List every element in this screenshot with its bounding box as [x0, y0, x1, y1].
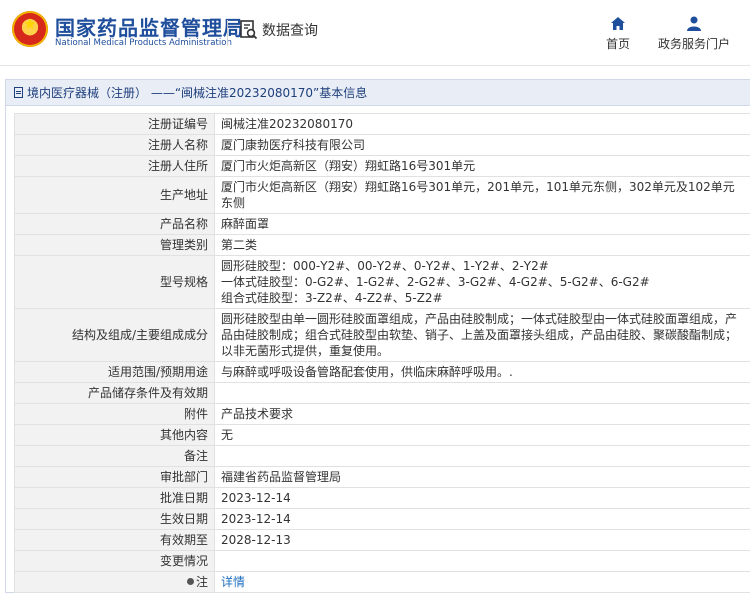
brand-subtitle: National Medical Products Administration — [55, 38, 232, 48]
panel-title-bar: 境内医疗器械（注册） ——“闽械注准20232080170”基本信息 — [6, 80, 750, 106]
row-value: 与麻醉或呼吸设备管路配套使用，供临床麻醉呼吸用。. — [214, 361, 750, 383]
table-row: 生效日期 2023-12-14 — [14, 508, 750, 530]
table-row: 审批部门 福建省药品监督管理局 — [14, 466, 750, 488]
model-spec-line: 圆形硅胶型：000-Y2#、00-Y2#、0-Y2#、1-Y2#、2-Y2# — [221, 259, 549, 273]
row-value — [214, 550, 750, 572]
row-value: 厦门康勃医疗科技有限公司 — [214, 134, 750, 156]
row-value — [214, 445, 750, 467]
table-row: 结构及组成/主要组成成分 圆形硅胶型由单一圆形硅胶面罩组成，产品由硅胶制成；一体… — [14, 308, 750, 362]
row-value: 厦门市火炬高新区（翔安）翔虹路16号301单元 — [214, 155, 750, 177]
model-spec-line: 组合式硅胶型：3-Z2#、4-Z2#、5-Z2# — [221, 291, 443, 305]
row-label: 其他内容 — [14, 424, 215, 446]
nav-gov-portal[interactable]: 政务服务门户 — [652, 16, 736, 52]
brand-title: 国家药品监督管理局 — [55, 16, 244, 40]
header-divider — [227, 20, 228, 46]
row-value: 闽械注准20232080170 — [214, 113, 750, 135]
nav-gov-label: 政务服务门户 — [657, 37, 730, 51]
table-row: 管理类别 第二类 — [14, 234, 750, 256]
table-row: 注册证编号 闽械注准20232080170 — [14, 113, 750, 135]
table-row: 附件 产品技术要求 — [14, 403, 750, 425]
row-label: 批准日期 — [14, 487, 215, 509]
table-row: 型号规格 圆形硅胶型：000-Y2#、00-Y2#、0-Y2#、1-Y2#、2-… — [14, 255, 750, 309]
emblem-logo: ★ — [12, 11, 48, 47]
row-value: 2023-12-14 — [214, 508, 750, 530]
table-row: 批准日期 2023-12-14 — [14, 487, 750, 509]
note-label: 注 — [195, 575, 208, 589]
row-label: 生产地址 — [14, 176, 215, 214]
row-label: 注册证编号 — [14, 113, 215, 135]
row-value: 无 — [214, 424, 750, 446]
row-label: 型号规格 — [14, 255, 215, 309]
row-label: 注册人名称 — [14, 134, 215, 156]
row-label: 有效期至 — [14, 529, 215, 551]
nav-home-label: 首页 — [605, 37, 630, 51]
table-row: 产品名称 麻醉面罩 — [14, 213, 750, 235]
detail-panel: 境内医疗器械（注册） ——“闽械注准20232080170”基本信息 注册证编号… — [5, 79, 750, 593]
table-row: 有效期至 2028-12-13 — [14, 529, 750, 551]
row-value: 2023-12-14 — [214, 487, 750, 509]
table-row: 产品储存条件及有效期 — [14, 382, 750, 404]
table-row: 备注 — [14, 445, 750, 467]
row-value: 厦门市火炬高新区（翔安）翔虹路16号301单元，201单元，101单元东侧，30… — [214, 176, 750, 214]
site-header: ★ 国家药品监督管理局 National Medical Products Ad… — [0, 0, 750, 66]
table-row: 注 详情 — [14, 571, 750, 593]
row-label: 注册人住所 — [14, 155, 215, 177]
row-label: 管理类别 — [14, 234, 215, 256]
row-value: 详情 — [214, 571, 750, 593]
row-value — [214, 382, 750, 404]
home-icon — [611, 17, 625, 30]
row-value: 圆形硅胶型由单一圆形硅胶面罩组成，产品由硅胶制成；一体式硅胶型由一体式硅胶面罩组… — [214, 308, 750, 362]
nav-home[interactable]: 首页 — [598, 16, 638, 52]
row-value: 圆形硅胶型：000-Y2#、00-Y2#、0-Y2#、1-Y2#、2-Y2# 一… — [214, 255, 750, 309]
row-value: 产品技术要求 — [214, 403, 750, 425]
row-label: 产品名称 — [14, 213, 215, 235]
row-label: 备注 — [14, 445, 215, 467]
table-row: 注册人名称 厦门康勃医疗科技有限公司 — [14, 134, 750, 156]
table-row: 适用范围/预期用途 与麻醉或呼吸设备管路配套使用，供临床麻醉呼吸用。. — [14, 361, 750, 383]
model-spec-line: 一体式硅胶型：0-G2#、1-G2#、2-G2#、3-G2#、4-G2#、5-G… — [221, 275, 650, 289]
table-row: 其他内容 无 — [14, 424, 750, 446]
table-row: 注册人住所 厦门市火炬高新区（翔安）翔虹路16号301单元 — [14, 155, 750, 177]
data-query-link[interactable]: 数据查询 — [240, 20, 318, 40]
row-value: 福建省药品监督管理局 — [214, 466, 750, 488]
row-label: 适用范围/预期用途 — [14, 361, 215, 383]
row-label: 注 — [14, 571, 215, 593]
document-icon — [14, 87, 23, 98]
row-value: 麻醉面罩 — [214, 213, 750, 235]
row-label: 变更情况 — [14, 550, 215, 572]
table-row: 生产地址 厦门市火炬高新区（翔安）翔虹路16号301单元，201单元，101单元… — [14, 176, 750, 214]
person-icon — [687, 16, 701, 31]
info-table: 注册证编号 闽械注准20232080170 注册人名称 厦门康勃医疗科技有限公司… — [14, 113, 750, 593]
row-label: 生效日期 — [14, 508, 215, 530]
row-label: 审批部门 — [14, 466, 215, 488]
row-value: 第二类 — [214, 234, 750, 256]
row-label: 附件 — [14, 403, 215, 425]
panel-title: 境内医疗器械（注册） ——“闽械注准20232080170”基本信息 — [27, 86, 368, 100]
table-row: 变更情况 — [14, 550, 750, 572]
details-link[interactable]: 详情 — [221, 575, 245, 589]
data-query-label: 数据查询 — [262, 23, 318, 39]
search-document-icon — [240, 20, 258, 40]
row-label: 结构及组成/主要组成成分 — [14, 308, 215, 362]
row-label: 产品储存条件及有效期 — [14, 382, 215, 404]
row-value: 2028-12-13 — [214, 529, 750, 551]
bulb-icon — [186, 578, 194, 585]
